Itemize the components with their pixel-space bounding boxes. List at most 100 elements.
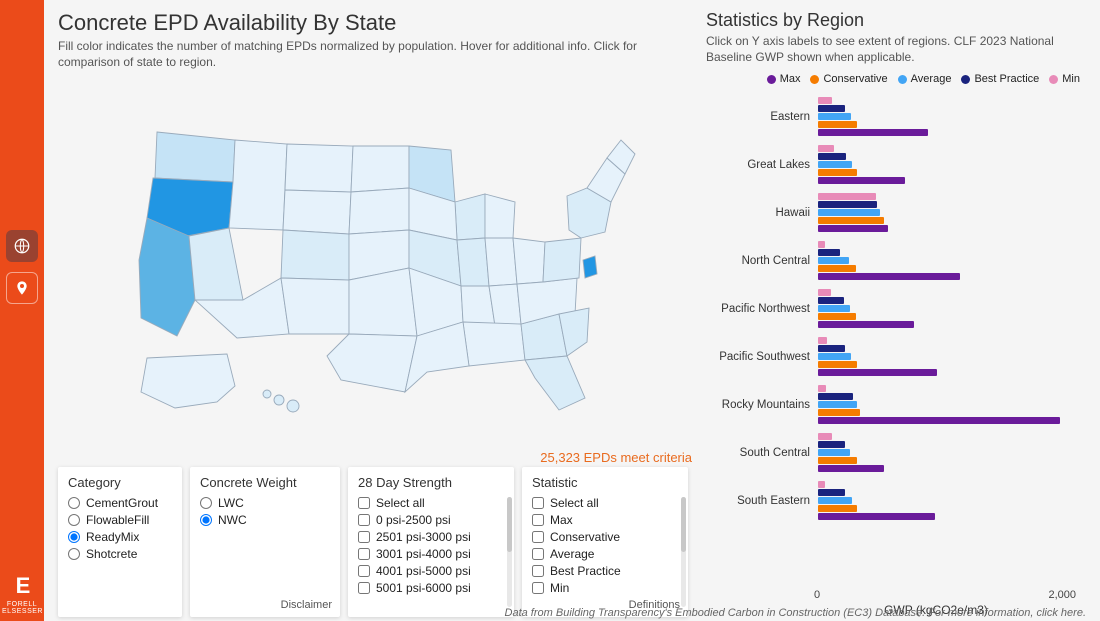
weight-option[interactable]: LWC: [200, 496, 330, 510]
strength-option[interactable]: 4001 psi-5000 psi: [358, 564, 504, 578]
pin-button[interactable]: [6, 272, 38, 304]
bar-max[interactable]: [818, 465, 884, 472]
y-axis-label[interactable]: Rocky Mountains: [710, 399, 818, 411]
bar-conservative[interactable]: [818, 313, 856, 320]
bar-conservative[interactable]: [818, 361, 857, 368]
legend-item[interactable]: Conservative: [810, 73, 887, 85]
bar-best-practice[interactable]: [818, 153, 846, 160]
bar-best-practice[interactable]: [818, 105, 845, 112]
bar-max[interactable]: [818, 321, 914, 328]
y-axis-label[interactable]: North Central: [710, 255, 818, 267]
chart-row: Pacific Northwest: [710, 285, 1086, 333]
bar-best-practice[interactable]: [818, 345, 845, 352]
globe-icon: [13, 237, 31, 255]
strength-option[interactable]: 5001 psi-6000 psi: [358, 581, 504, 595]
bar-max[interactable]: [818, 177, 905, 184]
bar-min[interactable]: [818, 241, 825, 248]
bar-min[interactable]: [818, 337, 827, 344]
chart-row: Great Lakes: [710, 141, 1086, 189]
strength-option[interactable]: 0 psi-2500 psi: [358, 513, 504, 527]
region-bar-chart[interactable]: Eastern Great Lakes Hawaii North Central Pac…: [706, 91, 1086, 589]
page-subtitle: Fill color indicates the number of match…: [58, 38, 696, 70]
chart-row: Hawaii: [710, 189, 1086, 237]
legend-item[interactable]: Average: [898, 73, 952, 85]
bar-max[interactable]: [818, 417, 1060, 424]
bar-max[interactable]: [818, 225, 888, 232]
bar-average[interactable]: [818, 257, 849, 264]
bar-best-practice[interactable]: [818, 489, 845, 496]
category-option[interactable]: Shotcrete: [68, 547, 172, 561]
statistic-option[interactable]: Conservative: [532, 530, 678, 544]
brand-logo: E FORELL ELSESSER: [2, 573, 42, 615]
bar-min[interactable]: [818, 481, 825, 488]
attribution-text[interactable]: Data from Building Transparency's Embodi…: [505, 607, 1086, 619]
statistic-option[interactable]: Average: [532, 547, 678, 561]
y-axis-label[interactable]: Hawaii: [710, 207, 818, 219]
filter-statistic: Statistic Select allMaxConservativeAvera…: [522, 467, 688, 617]
category-option[interactable]: ReadyMix: [68, 530, 172, 544]
category-option[interactable]: CementGrout: [68, 496, 172, 510]
legend-item[interactable]: Best Practice: [961, 73, 1039, 85]
bar-average[interactable]: [818, 209, 880, 216]
filter-weight: Concrete Weight LWCNWC Disclaimer: [190, 467, 340, 617]
bar-average[interactable]: [818, 113, 851, 120]
statistic-option[interactable]: Select all: [532, 496, 678, 510]
y-axis-label[interactable]: Pacific Southwest: [710, 351, 818, 363]
bar-min[interactable]: [818, 385, 826, 392]
bar-conservative[interactable]: [818, 457, 857, 464]
bar-best-practice[interactable]: [818, 393, 853, 400]
bar-conservative[interactable]: [818, 409, 860, 416]
y-axis-label[interactable]: Eastern: [710, 111, 818, 123]
bar-max[interactable]: [818, 513, 935, 520]
bar-average[interactable]: [818, 449, 850, 456]
y-axis-label[interactable]: Great Lakes: [710, 159, 818, 171]
strength-option[interactable]: 3001 psi-4000 psi: [358, 547, 504, 561]
legend-item[interactable]: Min: [1049, 73, 1080, 85]
bar-conservative[interactable]: [818, 169, 857, 176]
bar-conservative[interactable]: [818, 505, 857, 512]
bar-max[interactable]: [818, 273, 960, 280]
bar-min[interactable]: [818, 145, 834, 152]
legend-item[interactable]: Max: [767, 73, 801, 85]
bar-min[interactable]: [818, 97, 832, 104]
filter-panel: Category CementGroutFlowableFillReadyMix…: [58, 467, 696, 617]
chart-row: Rocky Mountains: [710, 381, 1086, 429]
strength-option[interactable]: 2501 psi-3000 psi: [358, 530, 504, 544]
bar-average[interactable]: [818, 305, 850, 312]
globe-button[interactable]: [6, 230, 38, 262]
bar-best-practice[interactable]: [818, 297, 844, 304]
bar-min[interactable]: [818, 289, 831, 296]
chart-row: South Central: [710, 429, 1086, 477]
bar-max[interactable]: [818, 369, 937, 376]
bar-min[interactable]: [818, 433, 832, 440]
bar-average[interactable]: [818, 497, 852, 504]
y-axis-label[interactable]: Pacific Northwest: [710, 303, 818, 315]
statistic-option[interactable]: Max: [532, 513, 678, 527]
bar-best-practice[interactable]: [818, 441, 845, 448]
bar-best-practice[interactable]: [818, 249, 840, 256]
scrollbar[interactable]: [507, 497, 512, 607]
filter-category: Category CementGroutFlowableFillReadyMix…: [58, 467, 182, 617]
bar-best-practice[interactable]: [818, 201, 877, 208]
category-option[interactable]: FlowableFill: [68, 513, 172, 527]
bar-conservative[interactable]: [818, 121, 857, 128]
bar-average[interactable]: [818, 353, 851, 360]
bar-min[interactable]: [818, 193, 876, 200]
weight-option[interactable]: NWC: [200, 513, 330, 527]
us-choropleth-map[interactable]: [58, 70, 696, 456]
chart-row: North Central: [710, 237, 1086, 285]
chart-subtitle: Click on Y axis labels to see extent of …: [706, 33, 1086, 65]
bar-average[interactable]: [818, 161, 852, 168]
bar-conservative[interactable]: [818, 217, 884, 224]
bar-average[interactable]: [818, 401, 857, 408]
strength-option[interactable]: Select all: [358, 496, 504, 510]
scrollbar[interactable]: [681, 497, 686, 607]
y-axis-label[interactable]: South Central: [710, 447, 818, 459]
statistic-option[interactable]: Best Practice: [532, 564, 678, 578]
statistic-option[interactable]: Min: [532, 581, 678, 595]
y-axis-label[interactable]: South Eastern: [710, 495, 818, 507]
chart-row: Eastern: [710, 93, 1086, 141]
bar-max[interactable]: [818, 129, 928, 136]
bar-conservative[interactable]: [818, 265, 856, 272]
disclaimer-link[interactable]: Disclaimer: [281, 599, 332, 611]
